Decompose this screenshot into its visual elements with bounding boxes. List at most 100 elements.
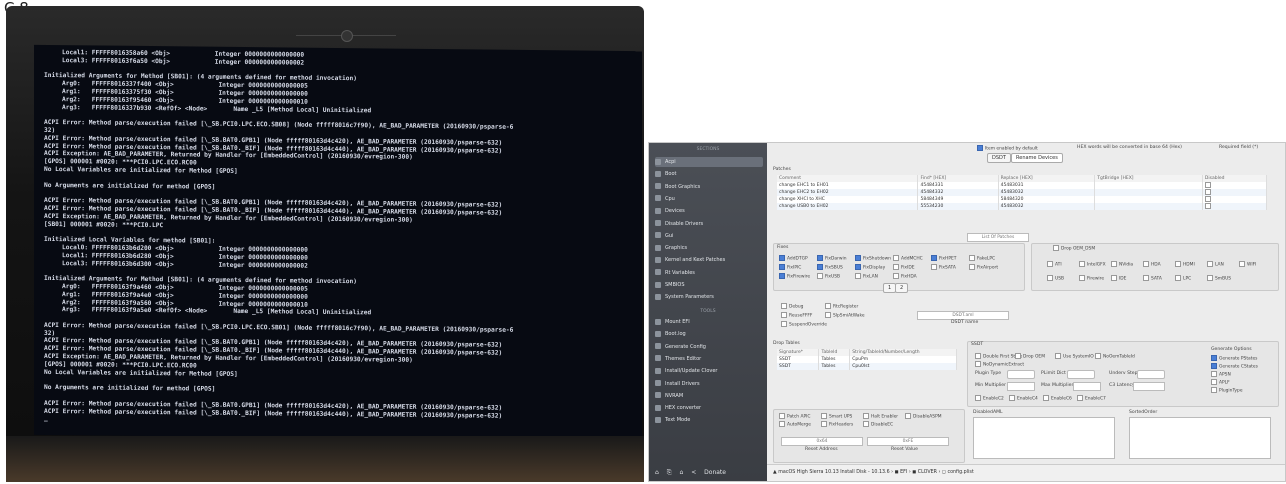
- drop-oem-ati[interactable]: ATI: [1047, 261, 1062, 268]
- ssdt-enablec6[interactable]: EnableC6: [1043, 395, 1072, 402]
- tab-dsdt[interactable]: DSDT: [987, 153, 1011, 163]
- sidebar-item-graphics[interactable]: Graphics: [655, 243, 763, 253]
- fix-fixdisplay[interactable]: FixDisplay: [855, 264, 885, 271]
- sidebar-item-acpi[interactable]: Acpi: [655, 157, 763, 167]
- generate-aplf[interactable]: APLF: [1211, 379, 1230, 386]
- sidebar-tool-hex-converter[interactable]: HEX converter: [655, 403, 763, 413]
- sidebar-tool-boot-log[interactable]: Boot.log: [655, 329, 763, 339]
- disabled-checkbox[interactable]: [1204, 203, 1213, 210]
- table-cell[interactable]: SSDT: [777, 356, 820, 363]
- plimit-select[interactable]: [1067, 370, 1095, 379]
- table-cell[interactable]: [1202, 189, 1268, 196]
- table-cell[interactable]: [1094, 182, 1203, 189]
- dsdt-name-field[interactable]: DSDT.aml: [917, 311, 1009, 320]
- acpi-disableec[interactable]: DisableEC: [863, 421, 893, 428]
- table-cell[interactable]: Tables: [818, 363, 851, 370]
- fix-fixdarwin[interactable]: FixDarwin: [817, 255, 847, 262]
- sidebar-item-boot-graphics[interactable]: Boot Graphics: [655, 182, 763, 192]
- ssdt-drop-oem[interactable]: Drop OEM: [1015, 353, 1045, 360]
- table-cell[interactable]: change EHC2 to EH02: [777, 189, 919, 196]
- drop-oem-lpc[interactable]: LPC: [1175, 275, 1191, 282]
- table-cell[interactable]: CpuPm: [849, 356, 957, 363]
- table-row[interactable]: change EHC1 to EH01 45484331 45483031: [777, 182, 1268, 189]
- table-cell[interactable]: change EHC1 to EH01: [777, 182, 919, 189]
- sidebar-item-gui[interactable]: Gui: [655, 231, 763, 241]
- fix-fixfirewire[interactable]: FixFirewire: [779, 273, 810, 280]
- disabled-aml-list[interactable]: [973, 417, 1115, 459]
- drop-oem-wifi[interactable]: WIFI: [1239, 261, 1256, 268]
- fix-fixipic[interactable]: FixIPIC: [779, 264, 801, 271]
- fix-fixide[interactable]: FixIDE: [893, 264, 914, 271]
- share-icon[interactable]: <: [691, 469, 696, 476]
- table-row[interactable]: change XHCI to XHC 58484349 58484320: [777, 196, 1268, 203]
- table-cell[interactable]: 45484332: [917, 189, 999, 196]
- disabled-checkbox[interactable]: [1204, 182, 1213, 189]
- ssdt-enablec4[interactable]: EnableC4: [1009, 395, 1038, 402]
- debug-slpsmiatwake[interactable]: SlpSmiAtWake: [825, 312, 865, 319]
- debug-reuseffff[interactable]: ReuseFFFF: [781, 312, 812, 319]
- sidebar-tool-text-mode[interactable]: Text Mode: [655, 415, 763, 425]
- sidebar-tool-nvram[interactable]: NVRAM: [655, 391, 763, 401]
- sidebar-item-boot[interactable]: Boot: [655, 169, 763, 179]
- fix-adddtgp[interactable]: AddDTGP: [779, 255, 808, 262]
- ssdt-use-systemio[interactable]: Use SystemIO: [1055, 353, 1094, 360]
- drop-oem-usb[interactable]: USB: [1047, 275, 1064, 282]
- drop-oem-intelgfx[interactable]: IntelGFX: [1079, 261, 1106, 268]
- sidebar-tool-generate-config[interactable]: Generate Config: [655, 342, 763, 352]
- generate-generate-cstates[interactable]: Generate CStates: [1211, 363, 1258, 370]
- ssdt-enablec2[interactable]: EnableC2: [975, 395, 1004, 402]
- drop-oem-ide[interactable]: IDE: [1111, 275, 1126, 282]
- copy-icon[interactable]: ⎘: [667, 469, 672, 476]
- fix-fakelpc[interactable]: FakeLPC: [969, 255, 995, 262]
- column-header[interactable]: Signature*: [777, 349, 820, 356]
- generate-generate-pstates[interactable]: Generate PStates: [1211, 355, 1257, 362]
- ssdt-enablec7[interactable]: EnableC7: [1077, 395, 1106, 402]
- drop-oem-hdmi[interactable]: HDMI: [1175, 261, 1195, 268]
- debug-suspendoverride[interactable]: SuspendOverride: [781, 321, 827, 328]
- debug-rtcregister[interactable]: RtcRegister: [825, 303, 858, 310]
- c3-latency-input[interactable]: [1133, 382, 1165, 391]
- column-header[interactable]: TgtBridge [HEX]: [1094, 175, 1203, 182]
- donate-button[interactable]: Donate: [704, 469, 726, 476]
- drop-oem-hda[interactable]: HDA: [1143, 261, 1161, 268]
- fix-fixhda[interactable]: FixHDA: [893, 273, 917, 280]
- generate-plugintype[interactable]: PluginType: [1211, 387, 1243, 394]
- column-header[interactable]: String/TableId/Number/Length: [849, 349, 957, 356]
- fix-fixsbus[interactable]: FixSBUS: [817, 264, 843, 271]
- column-header[interactable]: Replace [HEX]: [998, 175, 1096, 182]
- sidebar-tool-install-drivers[interactable]: Install Drivers: [655, 379, 763, 389]
- disabled-checkbox[interactable]: [1204, 189, 1213, 196]
- table-cell[interactable]: change XHCI to XHC: [777, 196, 919, 203]
- sidebar-item-kernel-and-kext-patches[interactable]: Kernel and Kext Patches: [655, 255, 763, 265]
- table-row[interactable]: SSDT Tables Cpu0Ist: [777, 363, 957, 370]
- sidebar-item-disable-drivers[interactable]: Disable Drivers: [655, 219, 763, 229]
- reset-address-input[interactable]: 0x64: [781, 437, 863, 446]
- table-row[interactable]: change EHC2 to EH02 45484332 45483032: [777, 189, 1268, 196]
- plugin-type-select[interactable]: [1007, 370, 1035, 379]
- ssdt-nooemtableid[interactable]: NoOemTableId: [1095, 353, 1135, 360]
- acpi-smart-ups[interactable]: Smart UPS: [821, 413, 852, 420]
- fix-fixairport[interactable]: FixAirport: [969, 264, 998, 271]
- min-multiplier-input[interactable]: [1007, 382, 1035, 391]
- fixes-page-2[interactable]: 2: [895, 283, 909, 293]
- acpi-patch-apic[interactable]: Patch APIC: [779, 413, 810, 420]
- drop-oem-firewire[interactable]: Firewire: [1079, 275, 1104, 282]
- sidebar-item-rt-variables[interactable]: Rt Variables: [655, 268, 763, 278]
- fix-fixlan[interactable]: FixLAN: [855, 273, 878, 280]
- sidebar-tool-themes-editor[interactable]: Themes Editor: [655, 354, 763, 364]
- fix-fixusb[interactable]: FixUSB: [817, 273, 840, 280]
- drop-oem-dsm-checkbox[interactable]: Drop OEM_DSM: [1053, 245, 1095, 252]
- table-cell[interactable]: [1202, 182, 1268, 189]
- table-cell[interactable]: Tables: [818, 356, 851, 363]
- fix-addmchc[interactable]: AddMCHC: [893, 255, 923, 262]
- table-cell[interactable]: change USB0 to EH02: [777, 203, 919, 210]
- table-cell[interactable]: 58484320: [998, 196, 1096, 203]
- acpi-automerge[interactable]: AutoMerge: [779, 421, 811, 428]
- fix-fixshutdown[interactable]: FixShutdown: [855, 255, 891, 262]
- drop-oem-lan[interactable]: LAN: [1207, 261, 1224, 268]
- underv-select[interactable]: [1137, 370, 1165, 379]
- table-cell[interactable]: [1094, 196, 1203, 203]
- column-header[interactable]: TableId: [818, 349, 851, 356]
- home-icon[interactable]: ⌂: [655, 469, 659, 476]
- generate-apsn[interactable]: APSN: [1211, 371, 1231, 378]
